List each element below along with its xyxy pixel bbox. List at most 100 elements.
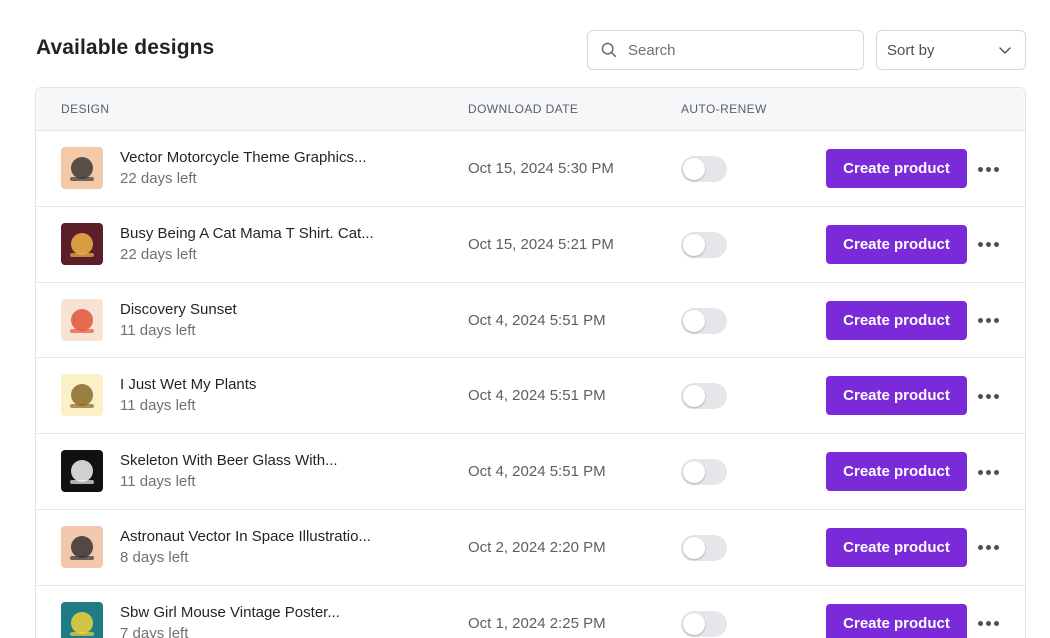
auto-renew-toggle[interactable] <box>681 156 727 182</box>
table-row: Discovery Sunset 11 days left Oct 4, 202… <box>36 282 1025 359</box>
download-date: Oct 4, 2024 5:51 PM <box>468 463 606 481</box>
days-left: 11 days left <box>120 397 196 415</box>
design-name[interactable]: Skeleton With Beer Glass With... <box>120 452 338 469</box>
table-header: DESIGN DOWNLOAD DATE AUTO-RENEW <box>36 88 1025 131</box>
table-row: Busy Being A Cat Mama T Shirt. Cat... 22… <box>36 206 1025 283</box>
more-options-button[interactable] <box>975 157 1001 181</box>
design-name[interactable]: Busy Being A Cat Mama T Shirt. Cat... <box>120 225 374 242</box>
create-product-button[interactable]: Create product <box>826 149 967 188</box>
table-row: Sbw Girl Mouse Vintage Poster... 7 days … <box>36 585 1025 638</box>
auto-renew-toggle[interactable] <box>681 383 727 410</box>
more-horizontal-icon <box>977 242 983 248</box>
more-horizontal-icon-dot <box>993 393 999 399</box>
days-left: 8 days left <box>120 548 189 566</box>
more-horizontal-icon-dot <box>985 318 991 324</box>
more-horizontal-icon-dot <box>993 621 999 627</box>
design-image-icon <box>61 601 103 638</box>
download-date: Oct 1, 2024 2:25 PM <box>468 614 606 632</box>
more-horizontal-icon <box>977 393 983 399</box>
auto-renew-toggle[interactable] <box>681 610 727 637</box>
design-image-icon <box>61 147 103 189</box>
more-horizontal-icon-dot <box>993 242 999 248</box>
design-name[interactable]: Vector Motorcycle Theme Graphics... <box>120 149 366 166</box>
days-left: 11 days left <box>120 473 196 491</box>
design-name[interactable]: I Just Wet My Plants <box>120 376 256 393</box>
toggle-knob <box>683 536 705 559</box>
more-options-button[interactable] <box>975 612 1001 636</box>
more-options-button[interactable] <box>975 536 1001 560</box>
download-date: Oct 15, 2024 5:21 PM <box>468 235 614 253</box>
design-name[interactable]: Astronaut Vector In Space Illustratio... <box>120 528 371 545</box>
table-row: I Just Wet My Plants 11 days left Oct 4,… <box>36 358 1025 435</box>
create-product-button[interactable]: Create product <box>826 300 967 340</box>
create-product-button[interactable]: Create product <box>826 603 967 638</box>
download-date: Oct 4, 2024 5:51 PM <box>468 387 606 405</box>
design-name[interactable]: Sbw Girl Mouse Vintage Poster... <box>120 604 340 621</box>
design-thumbnail[interactable] <box>61 147 103 189</box>
create-product-button[interactable]: Create product <box>826 376 967 416</box>
table-row: Skeleton With Beer Glass With... 11 days… <box>36 434 1025 510</box>
more-options-button[interactable] <box>975 384 1001 408</box>
auto-renew-toggle[interactable] <box>681 231 727 258</box>
column-header-design[interactable]: DESIGN <box>61 102 109 116</box>
table-row: Astronaut Vector In Space Illustratio...… <box>36 509 1025 586</box>
download-date: Oct 4, 2024 5:51 PM <box>468 311 606 329</box>
create-product-button[interactable]: Create product <box>826 527 967 567</box>
more-horizontal-icon-dot <box>993 318 999 324</box>
more-options-button[interactable] <box>975 309 1001 333</box>
table-body: Vector Motorcycle Theme Graphics... 22 d… <box>36 131 1025 638</box>
sort-label: Sort by <box>887 41 935 59</box>
more-horizontal-icon-dot <box>985 242 991 248</box>
more-horizontal-icon-dot <box>985 166 991 172</box>
more-horizontal-icon-dot <box>985 621 991 627</box>
auto-renew-toggle[interactable] <box>681 534 727 561</box>
toggle-knob <box>683 461 705 484</box>
design-thumbnail[interactable] <box>61 601 103 638</box>
download-date: Oct 2, 2024 2:20 PM <box>468 538 606 556</box>
toggle-knob <box>683 158 705 180</box>
column-header-auto-renew[interactable]: AUTO-RENEW <box>681 102 767 116</box>
design-image-icon <box>61 298 103 341</box>
search-icon <box>601 42 617 58</box>
more-horizontal-icon <box>977 318 983 324</box>
search-box[interactable] <box>587 30 864 70</box>
days-left: 11 days left <box>120 321 196 339</box>
designs-table: DESIGN DOWNLOAD DATE AUTO-RENEW Vector M… <box>35 87 1026 638</box>
more-options-button[interactable] <box>975 460 1001 484</box>
more-horizontal-icon-dot <box>985 545 991 551</box>
search-input[interactable] <box>628 35 848 65</box>
more-horizontal-icon <box>977 166 983 172</box>
more-horizontal-icon-dot <box>993 545 999 551</box>
page-title: Available designs <box>36 36 215 59</box>
more-horizontal-icon <box>977 469 983 475</box>
more-horizontal-icon-dot <box>993 469 999 475</box>
toggle-knob <box>683 309 705 332</box>
design-image-icon <box>61 222 103 265</box>
more-options-button[interactable] <box>975 233 1001 257</box>
design-thumbnail[interactable] <box>61 525 103 568</box>
sort-select[interactable]: Sort by <box>876 30 1026 70</box>
design-thumbnail[interactable] <box>61 298 103 341</box>
design-thumbnail[interactable] <box>61 374 103 417</box>
design-name[interactable]: Discovery Sunset <box>120 301 237 318</box>
days-left: 22 days left <box>120 170 197 187</box>
design-image-icon <box>61 374 103 417</box>
create-product-button[interactable]: Create product <box>826 224 967 264</box>
days-left: 7 days left <box>120 624 189 638</box>
available-designs-page: Available designs Sort by DESIGN DOWNLOA… <box>0 0 1050 638</box>
create-product-button[interactable]: Create product <box>826 452 967 492</box>
table-row: Vector Motorcycle Theme Graphics... 22 d… <box>36 131 1025 207</box>
design-thumbnail[interactable] <box>61 222 103 265</box>
auto-renew-toggle[interactable] <box>681 459 727 486</box>
download-date: Oct 15, 2024 5:30 PM <box>468 160 614 177</box>
toggle-knob <box>683 385 705 408</box>
more-horizontal-icon-dot <box>993 166 999 172</box>
column-header-download-date[interactable]: DOWNLOAD DATE <box>468 102 578 116</box>
more-horizontal-icon-dot <box>985 469 991 475</box>
toggle-knob <box>683 233 705 256</box>
more-horizontal-icon <box>977 545 983 551</box>
chevron-down-icon <box>999 47 1011 54</box>
design-thumbnail[interactable] <box>61 450 103 493</box>
design-image-icon <box>61 450 103 493</box>
auto-renew-toggle[interactable] <box>681 307 727 334</box>
